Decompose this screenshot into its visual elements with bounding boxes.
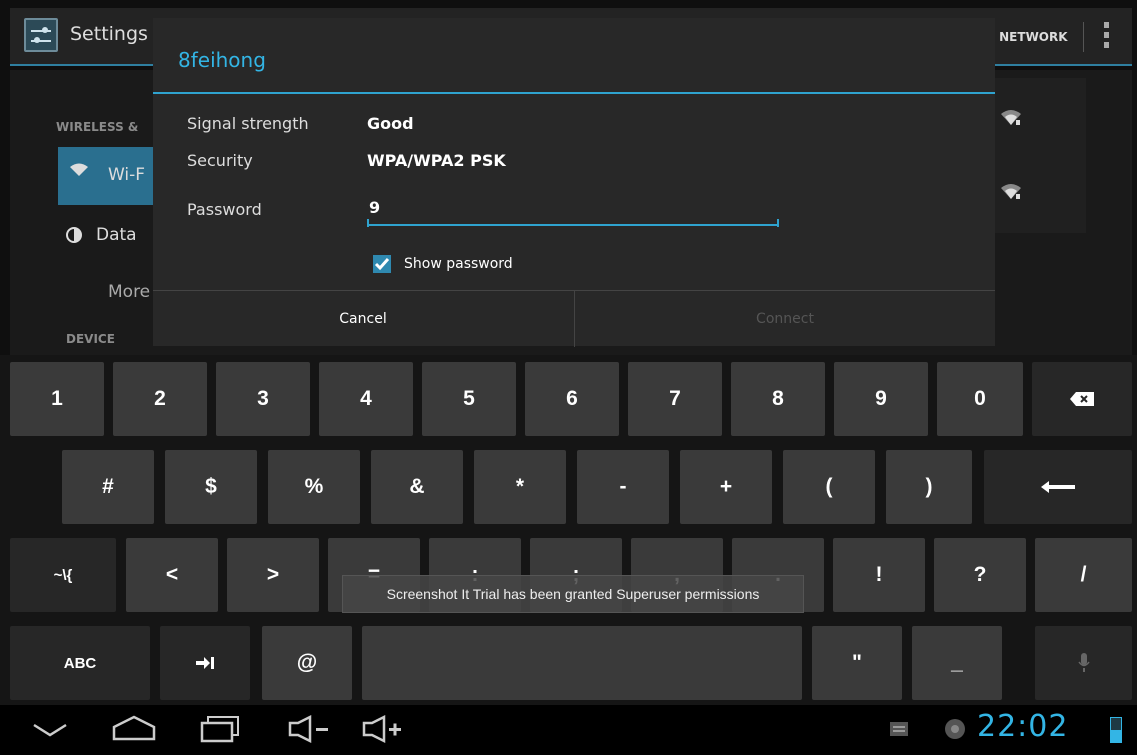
notification-icon xyxy=(945,719,965,739)
wifi-connect-dialog: 8feihong Signal strength Good Security W… xyxy=(153,18,995,347)
wifi-icon xyxy=(70,163,88,176)
enter-key[interactable] xyxy=(984,450,1132,524)
key-greater-than[interactable]: > xyxy=(227,538,319,612)
toast-message: Screenshot It Trial has been granted Sup… xyxy=(342,575,804,613)
dialog-title-bar: 8feihong xyxy=(153,18,995,94)
sidebar-item-more[interactable]: More xyxy=(108,282,150,302)
clock: 22:02 xyxy=(977,709,1069,744)
key-underscore[interactable]: _ xyxy=(912,626,1002,700)
cancel-button[interactable]: Cancel xyxy=(153,291,573,347)
tab-key[interactable] xyxy=(160,626,250,700)
security-label: Security xyxy=(187,151,253,170)
section-header-device: DEVICE xyxy=(66,332,115,346)
battery-icon xyxy=(1110,717,1122,743)
volume-down-icon[interactable] xyxy=(288,715,330,743)
action-bar-divider xyxy=(1083,22,1084,52)
tab-icon xyxy=(196,657,214,669)
key-question[interactable]: ? xyxy=(934,538,1026,612)
key-ampersand[interactable]: & xyxy=(371,450,463,524)
sidebar-item-label: Wi-F xyxy=(108,165,146,185)
screen: Settings D NETWORK WIRELESS & Wi-F Data … xyxy=(0,0,1137,755)
key-5[interactable]: 5 xyxy=(422,362,516,436)
wifi-signal-icon xyxy=(1001,184,1021,199)
space-key[interactable] xyxy=(362,626,802,700)
settings-title: Settings xyxy=(70,23,148,45)
signal-strength-value: Good xyxy=(367,114,414,133)
sidebar-item-data[interactable]: Data xyxy=(96,225,137,245)
checkbox-checked-icon xyxy=(373,255,391,273)
key-percent[interactable]: % xyxy=(268,450,360,524)
key-2[interactable]: 2 xyxy=(113,362,207,436)
password-label: Password xyxy=(187,200,262,219)
key-more-symbols[interactable]: ~\{ xyxy=(10,538,116,612)
connect-button[interactable]: Connect xyxy=(575,291,995,347)
back-icon[interactable] xyxy=(32,723,68,737)
key-0[interactable]: 0 xyxy=(937,362,1023,436)
key-asterisk[interactable]: * xyxy=(474,450,566,524)
backspace-key[interactable] xyxy=(1032,362,1132,436)
key-7[interactable]: 7 xyxy=(628,362,722,436)
system-navigation-bar: 22:02 xyxy=(0,705,1137,755)
wifi-signal-icon xyxy=(1001,110,1021,125)
key-quote[interactable]: " xyxy=(812,626,902,700)
security-value: WPA/WPA2 PSK xyxy=(367,151,506,170)
data-usage-icon xyxy=(66,227,82,243)
keyboard-icon xyxy=(890,722,908,736)
section-header-wireless: WIRELESS & xyxy=(56,120,139,134)
key-exclamation[interactable]: ! xyxy=(833,538,925,612)
key-hash[interactable]: # xyxy=(62,450,154,524)
key-close-paren[interactable]: ) xyxy=(886,450,972,524)
key-8[interactable]: 8 xyxy=(731,362,825,436)
home-icon[interactable] xyxy=(112,715,156,741)
mic-icon xyxy=(1077,653,1090,672)
key-9[interactable]: 9 xyxy=(834,362,928,436)
key-4[interactable]: 4 xyxy=(319,362,413,436)
settings-app-icon[interactable] xyxy=(24,18,58,52)
key-1[interactable]: 1 xyxy=(10,362,104,436)
key-less-than[interactable]: < xyxy=(126,538,218,612)
key-minus[interactable]: - xyxy=(577,450,669,524)
overflow-menu-icon[interactable] xyxy=(1104,22,1110,52)
key-3[interactable]: 3 xyxy=(216,362,310,436)
dialog-title: 8feihong xyxy=(178,48,266,72)
add-network-button[interactable]: D NETWORK xyxy=(985,30,1068,44)
backspace-icon xyxy=(1070,392,1094,406)
key-6[interactable]: 6 xyxy=(525,362,619,436)
password-field[interactable] xyxy=(367,190,779,226)
field-underline-tick xyxy=(777,219,779,227)
enter-icon xyxy=(1041,481,1075,493)
field-underline-tick xyxy=(367,219,369,227)
recent-apps-icon[interactable] xyxy=(200,715,240,743)
abc-key[interactable]: ABC xyxy=(10,626,150,700)
key-at[interactable]: @ xyxy=(262,626,352,700)
volume-up-icon[interactable] xyxy=(362,715,404,743)
show-password-label: Show password xyxy=(404,256,513,272)
wifi-network-list xyxy=(993,78,1086,233)
key-dollar[interactable]: $ xyxy=(165,450,257,524)
key-open-paren[interactable]: ( xyxy=(783,450,875,524)
voice-input-key[interactable] xyxy=(1035,626,1132,700)
key-plus[interactable]: + xyxy=(680,450,772,524)
signal-strength-label: Signal strength xyxy=(187,114,309,133)
key-slash[interactable]: / xyxy=(1035,538,1132,612)
dialog-button-bar: Cancel Connect xyxy=(153,290,995,347)
